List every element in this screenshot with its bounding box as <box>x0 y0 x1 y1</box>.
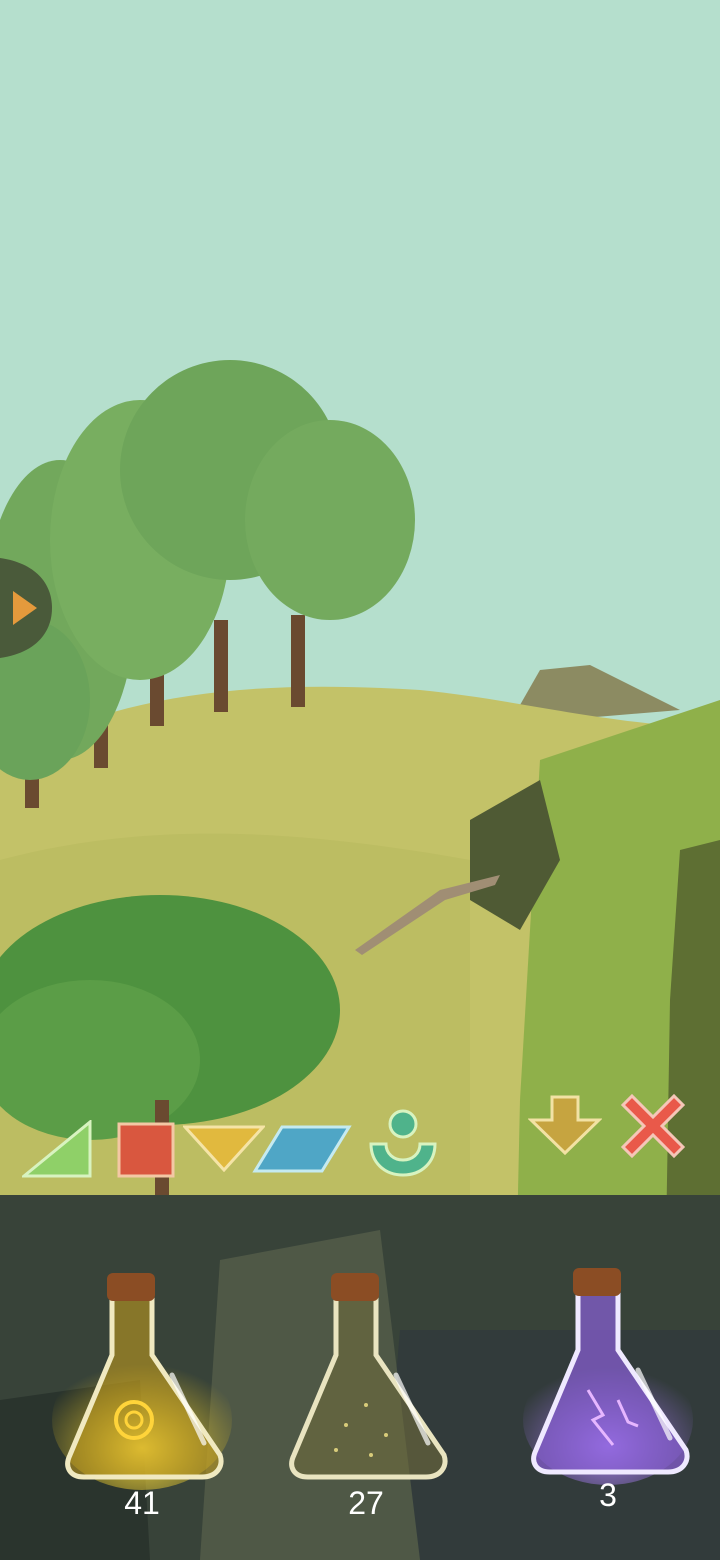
star-potion-flask-icon <box>289 1273 448 1480</box>
square-shape-button[interactable] <box>117 1122 175 1178</box>
person-shape-button[interactable] <box>368 1108 438 1178</box>
lightning-potion-flask-icon <box>523 1268 693 1485</box>
close-icon[interactable] <box>620 1093 686 1159</box>
triangle-shape-button[interactable] <box>22 1120 94 1180</box>
sun-potion-count: 41 <box>124 1485 160 1521</box>
lightning-potion[interactable]: 3 <box>518 1250 698 1550</box>
arrow-down-icon[interactable] <box>528 1094 602 1156</box>
sun-potion-flask-icon <box>52 1273 232 1490</box>
parallelogram-shape-button[interactable] <box>252 1124 352 1174</box>
side-arrow-button[interactable] <box>0 558 52 658</box>
lightning-potion-count: 3 <box>599 1477 617 1513</box>
sun-potion[interactable]: 41 <box>52 1255 232 1555</box>
star-potion-count: 27 <box>348 1485 384 1521</box>
star-potion[interactable]: 27 <box>276 1255 456 1555</box>
